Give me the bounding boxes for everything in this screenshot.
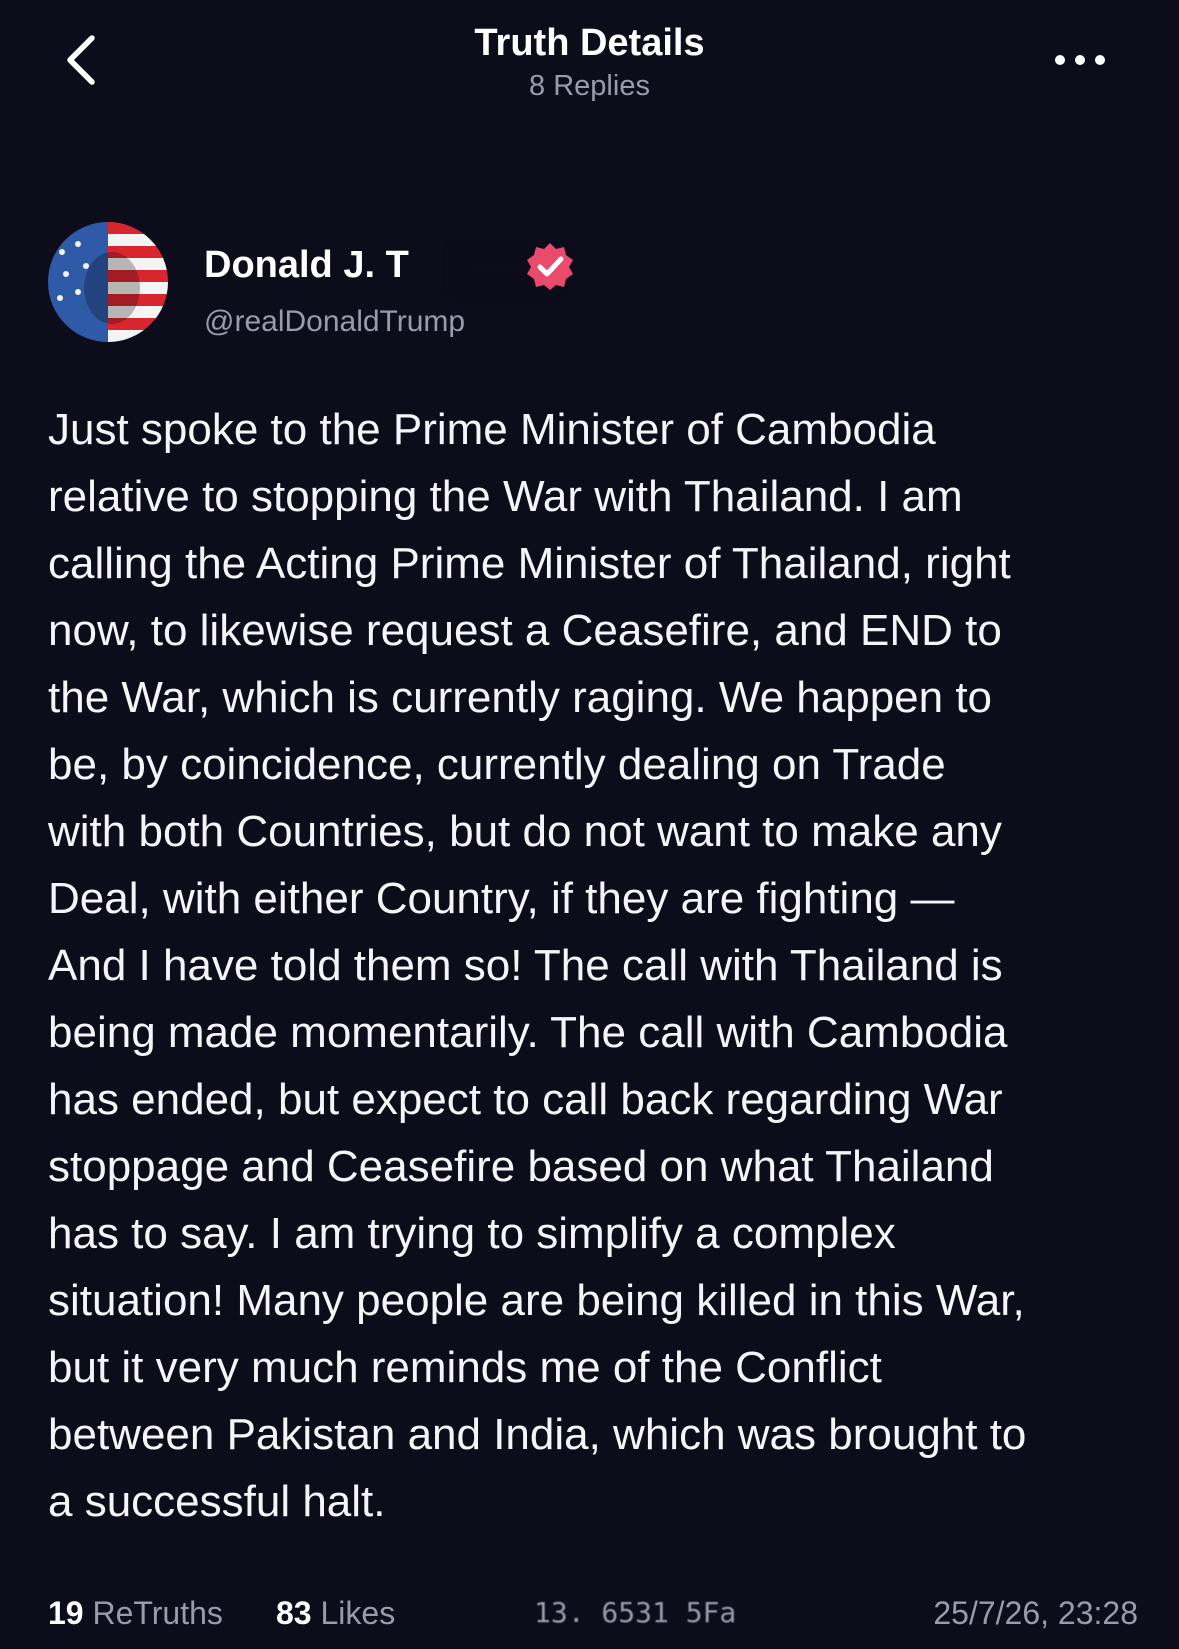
page-title: Truth Details bbox=[474, 22, 705, 64]
post-text-line: a successful halt. bbox=[48, 1477, 386, 1526]
post-text-line: situation! Many people are being killed … bbox=[48, 1276, 1025, 1325]
post-text-line: now, to likewise request a Ceasefire, an… bbox=[48, 606, 1002, 655]
post-text-line: stoppage and Ceasefire based on what Tha… bbox=[48, 1142, 994, 1191]
retruths-stat[interactable]: 19 ReTruths bbox=[48, 1590, 223, 1636]
replies-count[interactable]: 8 Replies bbox=[0, 68, 1179, 104]
display-name[interactable]: Donald J. T bbox=[204, 242, 409, 288]
post-text: Just spoke to the Prime Minister of Camb… bbox=[48, 396, 1138, 1535]
verified-badge-icon bbox=[524, 240, 576, 292]
post-text-line: with both Countries, but do not want to … bbox=[48, 807, 1002, 856]
post-text-line: has to say. I am trying to simplify a co… bbox=[48, 1209, 896, 1258]
post-text-line: relative to stopping the War with Thaila… bbox=[48, 472, 963, 521]
likes-label: Likes bbox=[320, 1595, 396, 1631]
obscured-text: 13. 6531 5Fa bbox=[534, 1596, 737, 1629]
post-text-line: be, by coincidence, currently dealing on… bbox=[48, 740, 946, 789]
retruths-label: ReTruths bbox=[92, 1595, 223, 1631]
post-text-line: has ended, but expect to call back regar… bbox=[48, 1075, 1003, 1124]
post-text-line: between Pakistan and India, which was br… bbox=[48, 1410, 1027, 1459]
post-text-line: Just spoke to the Prime Minister of Camb… bbox=[48, 405, 936, 454]
post-author: Donald J. T @realDonaldTrump bbox=[48, 222, 1128, 347]
post-text-line: And I have told them so! The call with T… bbox=[48, 941, 1003, 990]
likes-count: 83 bbox=[276, 1595, 312, 1631]
more-horizontal-icon bbox=[1055, 55, 1105, 65]
post-text-line: Deal, with either Country, if they are f… bbox=[48, 874, 955, 923]
post-stats: 19 ReTruths 83 Likes 13. 6531 5Fa 25/7/2… bbox=[48, 1590, 1138, 1636]
retruths-count: 19 bbox=[48, 1595, 84, 1631]
avatar[interactable] bbox=[48, 222, 168, 342]
post-text-line: the War, which is currently raging. We h… bbox=[48, 673, 993, 722]
post-text-line: being made momentarily. The call with Ca… bbox=[48, 1008, 1008, 1057]
top-bar: Truth Details 8 Replies bbox=[0, 0, 1179, 120]
title-block: Truth Details 8 Replies bbox=[0, 20, 1179, 104]
post-text-line: calling the Acting Prime Minister of Tha… bbox=[48, 539, 1011, 588]
avatar-image bbox=[48, 222, 168, 342]
more-options-button[interactable] bbox=[1050, 40, 1110, 80]
likes-stat[interactable]: 83 Likes bbox=[276, 1590, 395, 1636]
post-timestamp: 25/7/26, 23:28 bbox=[933, 1595, 1138, 1631]
user-handle[interactable]: @realDonaldTrump bbox=[204, 304, 465, 340]
post-text-line: but it very much reminds me of the Confl… bbox=[48, 1343, 882, 1392]
